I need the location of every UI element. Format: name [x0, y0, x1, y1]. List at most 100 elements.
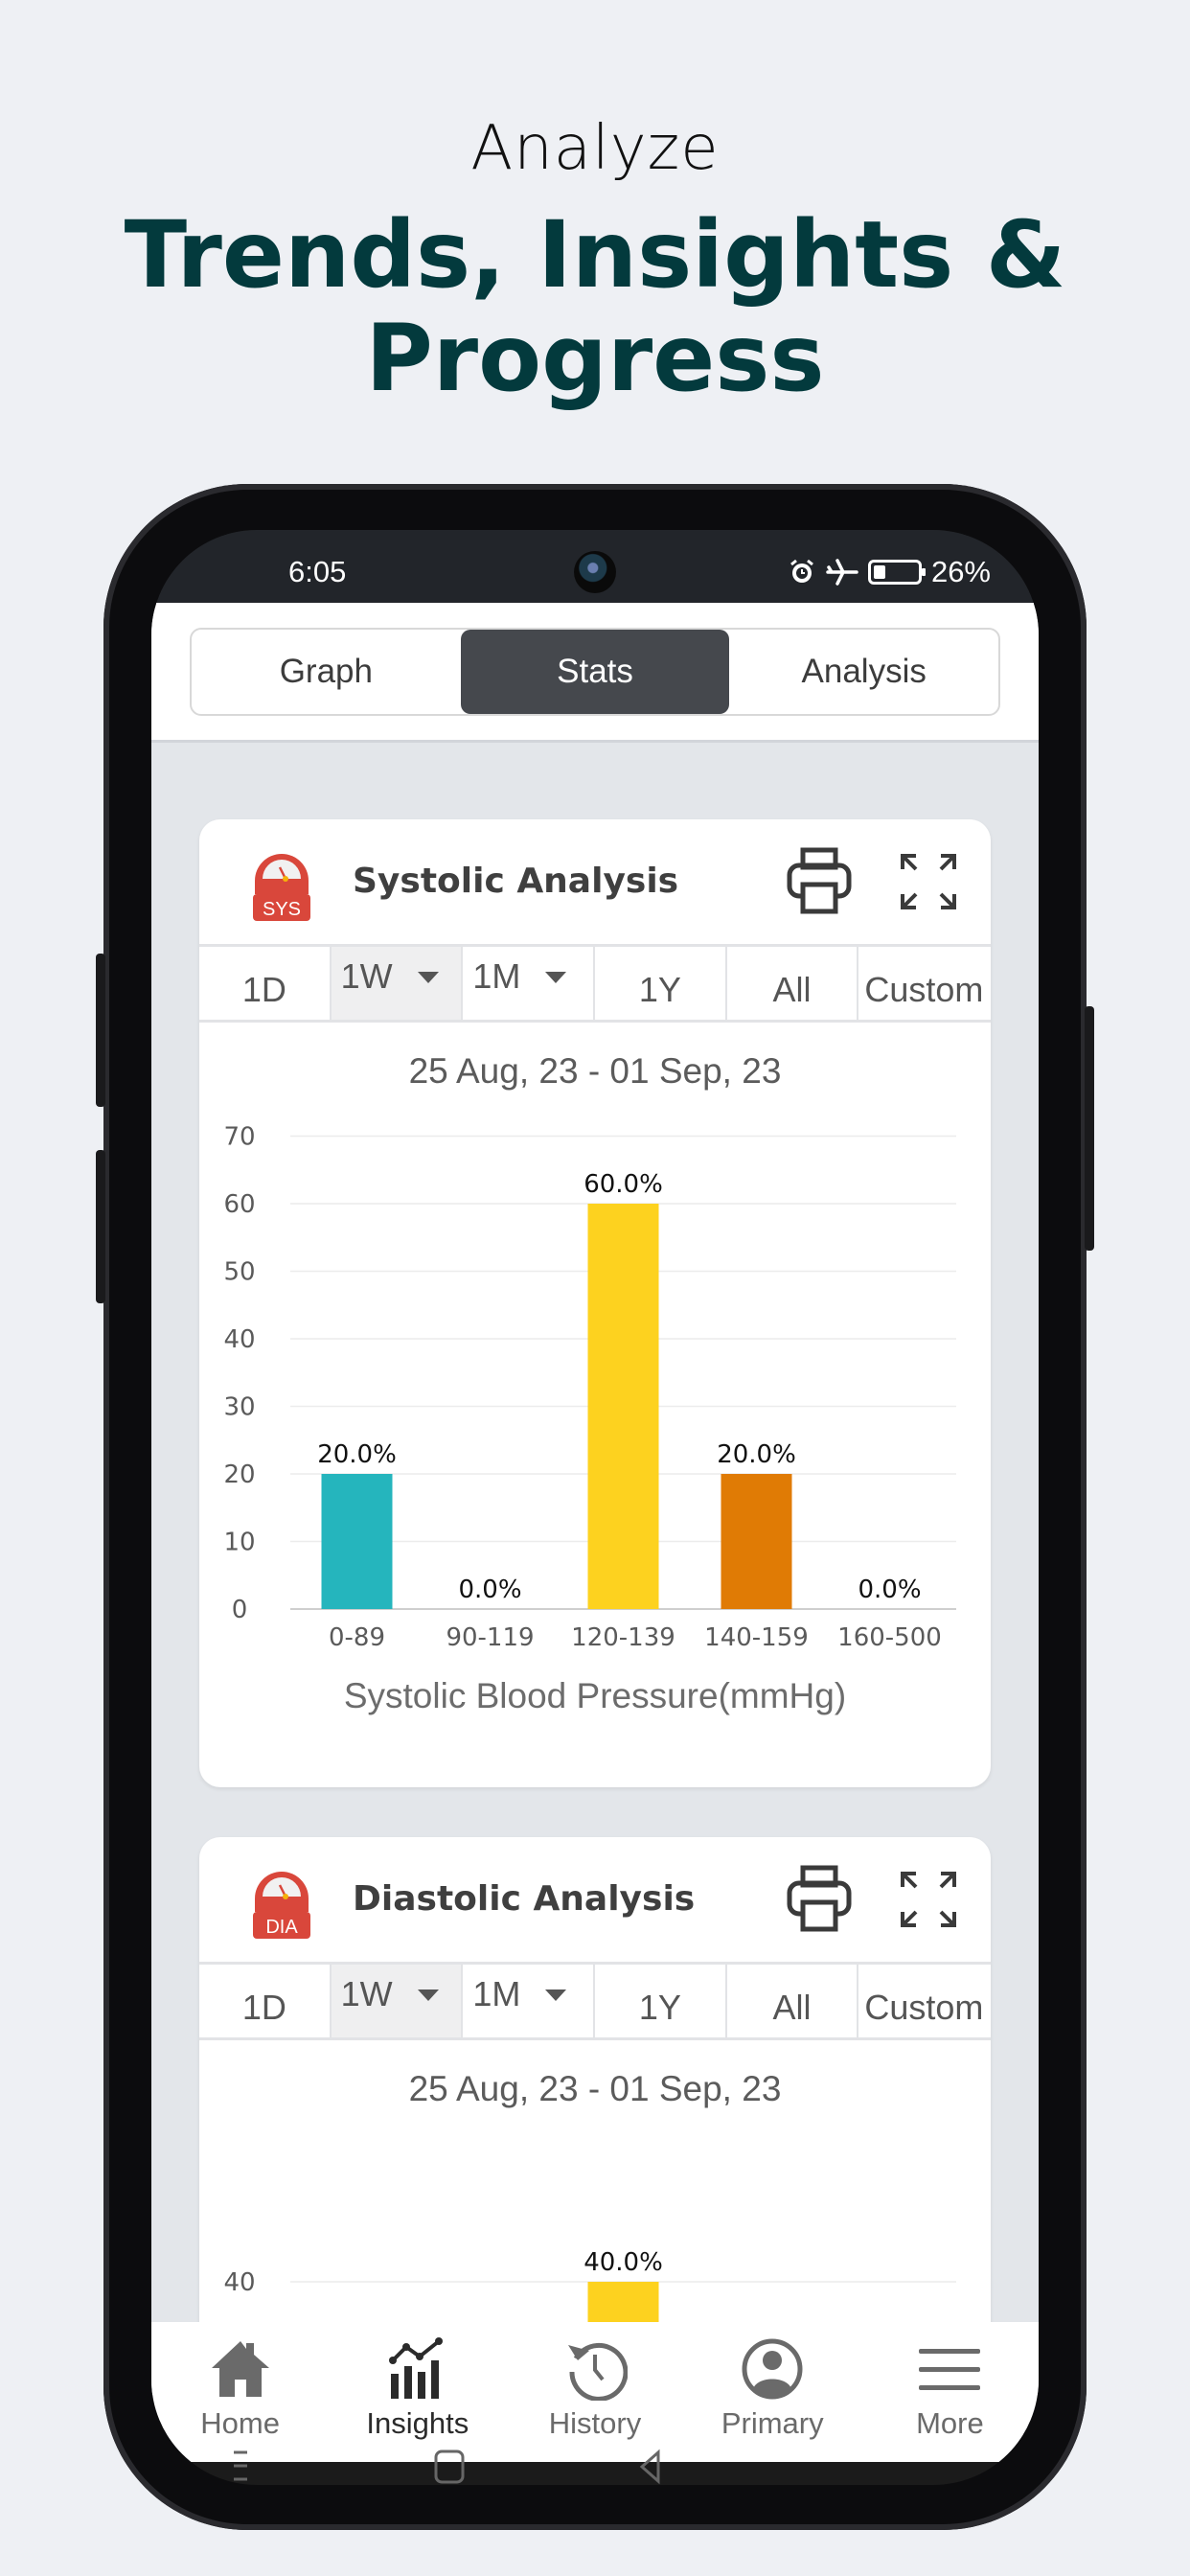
range-label: 1D: [241, 970, 286, 1009]
x-tick-label: 160-500: [837, 1623, 942, 1652]
hero-title-line1: Trends, Insights &: [124, 201, 1066, 309]
tab-graph[interactable]: Graph: [192, 630, 461, 714]
bar: [321, 1474, 393, 1609]
date-range-label: 25 Aug, 23 - 01 Sep, 23: [408, 2069, 782, 2108]
chevron-down-icon: [417, 972, 439, 983]
battery-percent: 26%: [930, 555, 991, 588]
y-tick-label: 0: [232, 1596, 248, 1624]
front-camera: [574, 551, 616, 593]
insights-icon: [388, 2337, 443, 2399]
phone-frame: 6:05 26% Graph Stats Analysis SYS Systol…: [96, 484, 1094, 2530]
range-label: 1M: [472, 1974, 521, 2013]
history-icon: [568, 2342, 628, 2401]
range-label: 1W: [340, 956, 393, 996]
range-1y[interactable]: 1Y: [595, 947, 727, 1020]
profile-icon: [742, 2338, 803, 2400]
y-tick-label: 50: [223, 1258, 255, 1287]
y-tick-label: 30: [223, 1393, 255, 1422]
print-icon[interactable]: [786, 1864, 853, 1933]
status-bar: 6:05 26%: [151, 530, 1039, 603]
phone-power-button: [1085, 1006, 1094, 1251]
recent-apps-button[interactable]: [234, 2450, 247, 2481]
systolic-analysis-card: SYS Systolic Analysis 1D 1W 1M 1Y All Cu…: [199, 819, 991, 1787]
airplane-mode-icon: [826, 559, 858, 586]
range-label: Custom: [864, 1988, 984, 2027]
range-1y[interactable]: 1Y: [595, 1965, 727, 2037]
back-button[interactable]: [639, 2449, 660, 2485]
status-time: 6:05: [288, 555, 347, 588]
range-1w-dropdown[interactable]: 1W: [331, 947, 464, 1020]
expand-icon[interactable]: [899, 852, 958, 911]
systolic-bar-chart: 0 10 20 30 40 50 60 70 20.0% 0-89 0.0% 90-119 60.0% 1…: [223, 1123, 956, 1652]
range-label: 1M: [472, 956, 521, 996]
chevron-down-icon: [545, 972, 567, 983]
bar: [587, 1204, 659, 1609]
x-axis-title: Systolic Blood Pressure(mmHg): [343, 1676, 847, 1715]
y-tick-label: 20: [223, 1460, 255, 1489]
expand-icon[interactable]: [899, 1870, 958, 1929]
time-range-selector: 1D 1W 1M 1Y All Custom: [199, 944, 991, 1023]
phone-side-button: [96, 954, 105, 1107]
y-tick-label: 40: [223, 2268, 255, 2297]
view-segmented-control: Graph Stats Analysis: [190, 628, 1000, 716]
chevron-down-icon: [545, 1990, 567, 2001]
range-label: Custom: [864, 970, 984, 1009]
chevron-down-icon: [417, 1990, 439, 2001]
range-1m-dropdown[interactable]: 1M: [463, 1965, 596, 2037]
bar: [721, 1474, 792, 1609]
range-1d[interactable]: 1D: [199, 1965, 332, 2037]
hero-subtitle: Analyze: [470, 113, 720, 184]
badge-text: DIA: [265, 1917, 298, 1938]
range-1d[interactable]: 1D: [199, 947, 332, 1020]
range-all[interactable]: All: [727, 1965, 859, 2037]
range-1w-dropdown[interactable]: 1W: [331, 1965, 464, 2037]
phone-side-button: [96, 1150, 105, 1303]
data-label: 40.0%: [584, 2248, 663, 2277]
x-tick-label: 0-89: [329, 1623, 385, 1652]
tab-stats[interactable]: Stats: [460, 630, 730, 714]
view-switcher-bar: Graph Stats Analysis: [151, 603, 1039, 743]
y-tick-label: 10: [223, 1529, 255, 1557]
y-tick-label: 40: [223, 1325, 255, 1354]
range-label: All: [772, 1988, 812, 2027]
battery-icon: [867, 560, 926, 585]
system-navigation-bar: [234, 2449, 660, 2485]
dia-gauge-icon: DIA: [253, 1872, 310, 1939]
x-tick-label: 140-159: [704, 1623, 809, 1652]
data-label: 60.0%: [584, 1170, 663, 1199]
card-title: Diastolic Analysis: [353, 1879, 696, 1919]
hero-title: Trends, Insights & Progress: [0, 203, 1190, 410]
range-label: All: [772, 970, 812, 1009]
card-title: Systolic Analysis: [353, 862, 679, 901]
hero-title-line2: Progress: [365, 305, 825, 412]
date-range-label: 25 Aug, 23 - 01 Sep, 23: [408, 1051, 782, 1091]
range-label: 1Y: [638, 1988, 681, 2027]
time-range-selector: 1D 1W 1M 1Y All Custom: [199, 1962, 991, 2040]
x-tick-label: 90-119: [446, 1623, 534, 1652]
range-label: 1D: [241, 1988, 286, 2027]
app-content: Graph Stats Analysis SYS Systolic Analys…: [151, 603, 1039, 2395]
print-icon[interactable]: [786, 846, 853, 915]
range-label: 1W: [340, 1974, 393, 2013]
home-icon: [211, 2341, 269, 2397]
data-label: 20.0%: [317, 1440, 397, 1469]
diastolic-analysis-card: DIA Diastolic Analysis 1D 1W 1M 1Y All C…: [199, 1837, 991, 2395]
range-label: 1Y: [638, 970, 681, 1009]
x-tick-label: 120-139: [571, 1623, 675, 1652]
badge-text: SYS: [263, 899, 301, 920]
tab-analysis[interactable]: Analysis: [729, 630, 998, 714]
y-tick-label: 70: [223, 1123, 255, 1152]
home-button[interactable]: [434, 2450, 465, 2484]
data-label: 0.0%: [458, 1576, 521, 1604]
range-custom[interactable]: Custom: [858, 947, 991, 1020]
y-tick-label: 60: [223, 1190, 255, 1219]
data-label: 20.0%: [717, 1440, 796, 1469]
menu-icon: [919, 2349, 981, 2390]
range-custom[interactable]: Custom: [858, 1965, 991, 2037]
data-label: 0.0%: [858, 1576, 921, 1604]
sys-gauge-icon: SYS: [253, 854, 310, 921]
alarm-icon: [790, 559, 813, 583]
phone-screen: 6:05 26% Graph Stats Analysis SYS Systol…: [151, 530, 1039, 2485]
range-1m-dropdown[interactable]: 1M: [463, 947, 596, 1020]
range-all[interactable]: All: [727, 947, 859, 1020]
